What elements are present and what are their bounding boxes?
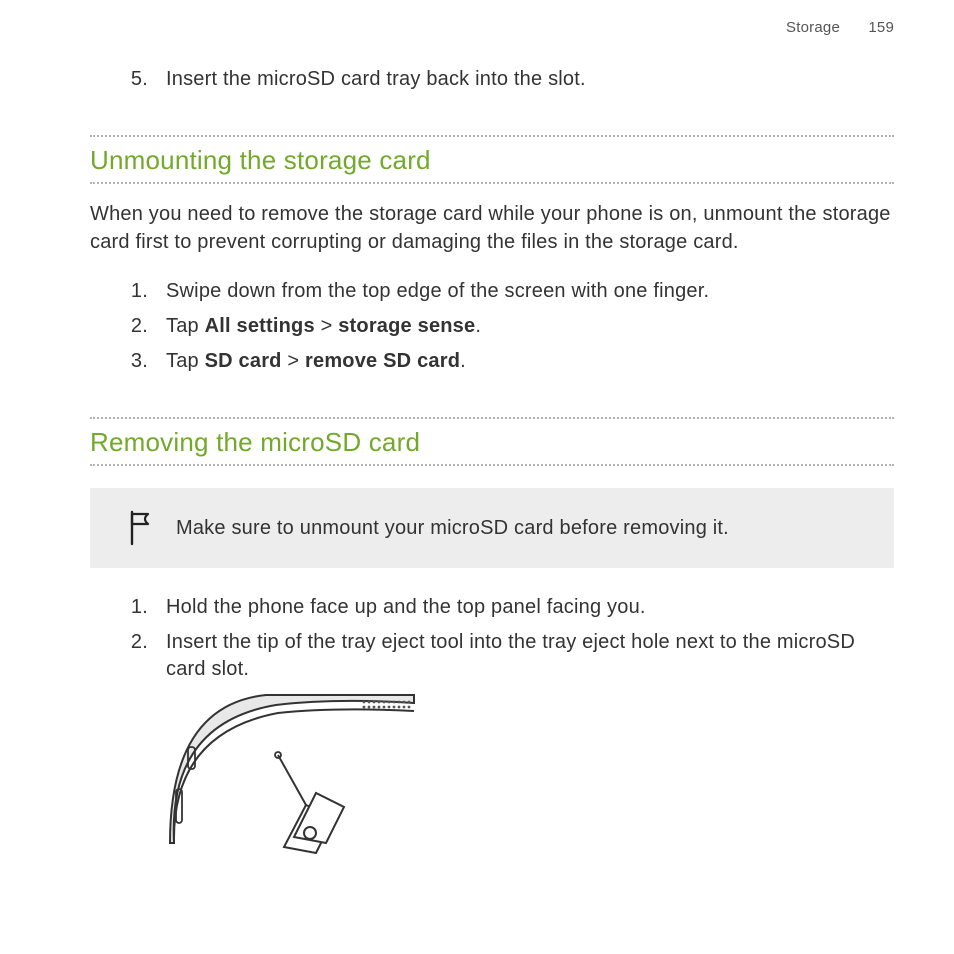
intro-paragraph: When you need to remove the storage card…: [90, 200, 894, 256]
list-number: 2.: [120, 629, 166, 683]
note-text: Make sure to unmount your microSD card b…: [176, 515, 729, 542]
list-item: 1. Hold the phone face up and the top pa…: [90, 594, 894, 621]
list-item: 3. Tap SD card > remove SD card.: [90, 348, 894, 375]
heading-removing: Removing the microSD card: [90, 417, 894, 466]
list-item: 2. Tap All settings > storage sense.: [90, 313, 894, 340]
list-text: Insert the tip of the tray eject tool in…: [166, 629, 894, 683]
header-page-number: 159: [868, 19, 894, 36]
list-item: 5. Insert the microSD card tray back int…: [90, 66, 894, 93]
list-text: Insert the microSD card tray back into t…: [166, 66, 894, 93]
heading-unmounting: Unmounting the storage card: [90, 135, 894, 184]
document-page: Storage 159 5. Insert the microSD card t…: [0, 0, 954, 863]
list-text: Hold the phone face up and the top panel…: [166, 594, 894, 621]
list-number: 5.: [120, 66, 166, 93]
list-number: 1.: [120, 594, 166, 621]
note-box: Make sure to unmount your microSD card b…: [90, 488, 894, 568]
page-header: Storage 159: [90, 18, 894, 38]
list-item: 1. Swipe down from the top edge of the s…: [90, 278, 894, 305]
list-number: 3.: [120, 348, 166, 375]
phone-eject-illustration: [166, 693, 894, 863]
list-text: Tap SD card > remove SD card.: [166, 348, 894, 375]
header-section: Storage: [786, 19, 840, 36]
list-text: Tap All settings > storage sense.: [166, 313, 894, 340]
list-text: Swipe down from the top edge of the scre…: [166, 278, 894, 305]
list-number: 2.: [120, 313, 166, 340]
flag-icon: [126, 510, 154, 546]
list-number: 1.: [120, 278, 166, 305]
list-item: 2. Insert the tip of the tray eject tool…: [90, 629, 894, 683]
